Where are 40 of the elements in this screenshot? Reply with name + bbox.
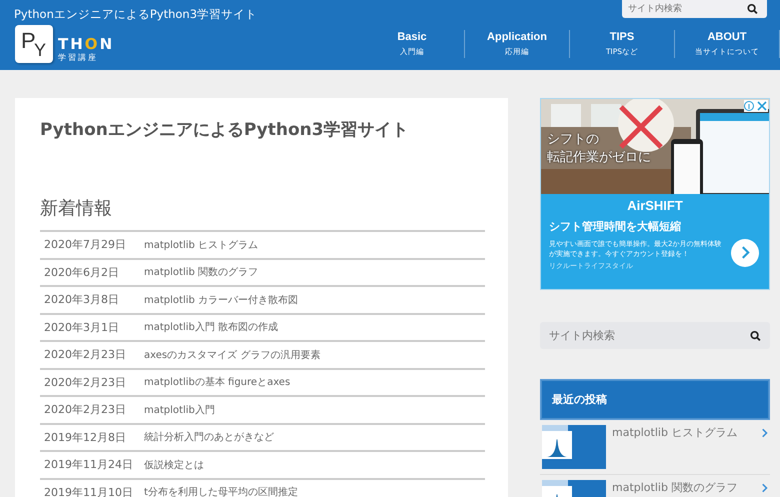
search-field[interactable]: サイト内検索 (622, 0, 767, 18)
widget-heading: 最近の投稿 (540, 379, 770, 420)
news-link[interactable]: 仮説検定とは (144, 458, 204, 472)
news-link[interactable]: axesのカスタマイズ グラフの汎用要素 (144, 348, 320, 362)
next-button[interactable] (731, 238, 759, 267)
recent-post[interactable]: matplotlib ヒストグラム (540, 420, 770, 475)
ad-brand: AirSHIFT (626, 198, 684, 213)
news-date: 2020年6月2日 (43, 264, 120, 280)
news-date: 2019年11月24日 (43, 457, 134, 472)
news-link[interactable]: matplotlib カラーバー付き散布図 (144, 292, 298, 307)
news-link[interactable]: matplotlib入門 (144, 402, 215, 417)
news-date: 2020年2月23日 (43, 402, 127, 418)
recent-post[interactable]: matplotlib 関数のグラフ (540, 475, 770, 497)
site-title[interactable]: PythonエンジニアによるPython3学習サイト (14, 7, 258, 22)
news-date: 2020年2月23日 (43, 347, 127, 362)
post-thumbnail (542, 425, 606, 469)
ad-headline: シフトの (547, 131, 600, 149)
ad-headline: 転記作業がゼロに (547, 148, 651, 166)
news-date: 2020年3月1日 (43, 320, 120, 335)
chevron-icon (762, 428, 768, 438)
section-heading: 新着情報 (40, 197, 113, 220)
news-link[interactable]: 統計分析入門のあとがきなど (144, 430, 274, 444)
news-date: 2019年11月10日 (43, 484, 134, 497)
page-title: PythonエンジニアによるPython3学習サイト (40, 119, 410, 141)
search-field[interactable]: サイト内検索 (540, 322, 770, 349)
ad-headline: シフト管理時間を大幅短縮 (549, 219, 682, 234)
news-date: 2020年7月29日 (43, 237, 127, 252)
news-link[interactable]: matplotlibの基本 figureとaxes (144, 375, 290, 390)
news-link[interactable]: matplotlib 関数のグラフ (144, 265, 258, 280)
chevron-icon (740, 246, 750, 260)
chevron-icon (762, 483, 768, 493)
search-icon[interactable] (750, 330, 761, 341)
search-icon[interactable] (747, 4, 758, 14)
news-link[interactable]: matplotlib入門 散布図の作成 (144, 320, 278, 334)
close-icon[interactable] (744, 100, 768, 112)
news-date: 2020年2月23日 (43, 374, 127, 390)
news-link[interactable]: matplotlib ヒストグラム (144, 238, 258, 252)
news-link[interactable]: t分布を利用した母平均の区間推定 (144, 485, 298, 497)
news-date: 2019年12月8日 (43, 430, 127, 445)
news-date: 2020年3月8日 (43, 292, 120, 308)
